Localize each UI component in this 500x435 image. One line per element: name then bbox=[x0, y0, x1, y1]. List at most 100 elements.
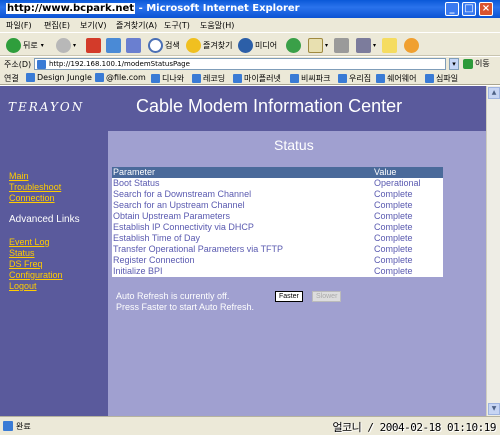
edit-button[interactable]: ▾ bbox=[356, 36, 376, 54]
history-button[interactable] bbox=[286, 36, 303, 54]
home-icon bbox=[126, 37, 141, 53]
table-row: Search for an Upstream Channel Complete bbox=[112, 200, 443, 211]
link-label: Design Jungle bbox=[37, 73, 92, 82]
sidebar-link-connection[interactable]: Connection bbox=[9, 193, 55, 203]
scroll-up-icon[interactable]: ▲ bbox=[488, 87, 500, 99]
favorites-label: 즐겨찾기 bbox=[203, 40, 233, 50]
status-text: 완료 bbox=[16, 422, 31, 431]
address-label: 주소(D) bbox=[4, 60, 32, 69]
sidebar-link-ds-freq[interactable]: DS Freq bbox=[9, 259, 43, 269]
parameter-cell: Initialize BPI bbox=[112, 266, 373, 277]
refresh-icon bbox=[106, 37, 121, 53]
close-button[interactable]: × bbox=[479, 2, 493, 16]
home-button[interactable] bbox=[126, 36, 143, 54]
sidebar-link-status[interactable]: Status bbox=[9, 248, 35, 258]
address-bar: 주소(D) http://192.168.100.1/modemStatusPa… bbox=[0, 57, 500, 71]
page-icon bbox=[338, 74, 347, 83]
chevron-down-icon: ▾ bbox=[373, 41, 377, 49]
go-button[interactable]: 이동 bbox=[463, 58, 490, 69]
value-cell: Complete bbox=[373, 200, 443, 211]
link-label: @file.com bbox=[106, 73, 146, 82]
table-row: Register Connection Complete bbox=[112, 255, 443, 266]
terayon-logo: TERAYON bbox=[8, 100, 85, 114]
capture-stamp: 얼코니 / 2004-02-18 01:10:19 bbox=[332, 421, 496, 434]
media-button[interactable]: 미디어 bbox=[238, 36, 277, 54]
discuss-button[interactable] bbox=[382, 36, 399, 54]
auto-refresh-status: Auto Refresh is currently off. bbox=[116, 291, 230, 301]
menu-favorites[interactable]: 즐겨찾기(A) bbox=[116, 20, 157, 31]
page-content: TERAYON Cable Modem Information Center M… bbox=[0, 86, 486, 416]
toolbar: 뒤로 ▾ ▾ 검색 즐겨찾기 미디어 ▾ ▾ bbox=[0, 32, 500, 56]
address-url: http://192.168.100.1/modemStatusPage bbox=[49, 60, 190, 68]
sidebar-link-troubleshoot[interactable]: Troubleshoot bbox=[9, 182, 61, 192]
search-label: 검색 bbox=[165, 40, 180, 50]
link-recording[interactable]: 레코딩 bbox=[192, 73, 225, 84]
status-table: Parameter Value Boot Status Operational S… bbox=[112, 167, 443, 277]
back-button[interactable]: 뒤로 ▾ bbox=[6, 36, 44, 54]
sidebar: Main Troubleshoot Connection Advanced Li… bbox=[0, 131, 108, 416]
vertical-scrollbar[interactable]: ▲ ▼ bbox=[486, 86, 500, 416]
sidebar-link-logout[interactable]: Logout bbox=[9, 281, 37, 291]
link-file-com[interactable]: @file.com bbox=[95, 73, 146, 82]
mail-button[interactable]: ▾ bbox=[308, 36, 328, 54]
menu-view[interactable]: 보기(V) bbox=[80, 20, 106, 31]
parameter-cell: Obtain Upstream Parameters bbox=[112, 211, 373, 222]
link-shareware[interactable]: 쉐어웨어 bbox=[376, 73, 416, 84]
page-icon bbox=[95, 73, 104, 82]
menu-help[interactable]: 도움말(H) bbox=[200, 20, 234, 31]
go-arrow-icon bbox=[463, 58, 473, 69]
link-simfile[interactable]: 심파일 bbox=[425, 73, 458, 84]
link-home[interactable]: 우리집 bbox=[338, 73, 371, 84]
address-dropdown[interactable]: ▾ bbox=[449, 58, 459, 70]
address-input[interactable]: http://192.168.100.1/modemStatusPage bbox=[34, 58, 446, 70]
links-label: 연결 bbox=[4, 74, 19, 83]
folder-icon bbox=[382, 37, 397, 53]
link-label: 디나와 bbox=[162, 74, 185, 83]
table-row: Obtain Upstream Parameters Complete bbox=[112, 211, 443, 222]
refresh-button[interactable] bbox=[106, 36, 123, 54]
print-button[interactable] bbox=[334, 36, 351, 54]
window-title: http://www.bcpark.net - Microsoft Intern… bbox=[6, 3, 300, 14]
edit-icon bbox=[356, 37, 371, 53]
status-bar: 완료 얼코니 / 2004-02-18 01:10:19 bbox=[0, 416, 500, 435]
sidebar-link-configuration[interactable]: Configuration bbox=[9, 270, 63, 280]
sidebar-link-main[interactable]: Main bbox=[9, 171, 29, 181]
back-arrow-icon bbox=[6, 37, 21, 53]
maximize-button[interactable]: □ bbox=[462, 2, 476, 16]
menu-file[interactable]: 파일(F) bbox=[6, 20, 32, 31]
minimize-button[interactable]: _ bbox=[445, 2, 459, 16]
value-cell: Complete bbox=[373, 244, 443, 255]
page-icon bbox=[192, 74, 201, 83]
table-row: Boot Status Operational bbox=[112, 178, 443, 189]
parameter-cell: Establish IP Connectivity via DHCP bbox=[112, 222, 373, 233]
page-icon bbox=[376, 74, 385, 83]
stop-button[interactable] bbox=[86, 36, 103, 54]
sidebar-link-event-log[interactable]: Event Log bbox=[9, 237, 50, 247]
forward-button[interactable]: ▾ bbox=[56, 36, 76, 54]
link-danawa[interactable]: 디나와 bbox=[151, 73, 184, 84]
value-cell: Complete bbox=[373, 189, 443, 200]
slower-button[interactable]: Slower bbox=[312, 291, 342, 302]
favorites-button[interactable]: 즐겨찾기 bbox=[186, 36, 232, 54]
table-row: Search for a Downstream Channel Complete bbox=[112, 189, 443, 200]
menu-tools[interactable]: 도구(T) bbox=[164, 20, 190, 31]
faster-button[interactable]: Faster bbox=[275, 291, 303, 302]
table-row: Initialize BPI Complete bbox=[112, 266, 443, 277]
advanced-links-heading: Advanced Links bbox=[9, 214, 80, 225]
main-panel: Status Parameter Value Boot Status Operat… bbox=[108, 131, 486, 416]
messenger-button[interactable] bbox=[404, 36, 421, 54]
menu-edit[interactable]: 편집(E) bbox=[44, 20, 70, 31]
link-bcpark[interactable]: 비씨파크 bbox=[290, 73, 330, 84]
scroll-down-icon[interactable]: ▼ bbox=[488, 403, 500, 415]
search-button[interactable]: 검색 bbox=[148, 36, 180, 54]
link-design-jungle[interactable]: Design Jungle bbox=[26, 73, 92, 82]
table-row: Transfer Operational Parameters via TFTP… bbox=[112, 244, 443, 255]
go-label: 이동 bbox=[475, 59, 490, 68]
media-icon bbox=[238, 37, 253, 53]
auto-refresh-message: Auto Refresh is currently off. Press Fas… bbox=[116, 291, 254, 313]
table-header-row: Parameter Value bbox=[112, 167, 443, 178]
link-label: 심파일 bbox=[436, 74, 459, 83]
page-title: Cable Modem Information Center bbox=[136, 96, 403, 116]
link-myplanet[interactable]: 마이플러넷 bbox=[233, 73, 281, 84]
value-cell: Complete bbox=[373, 211, 443, 222]
